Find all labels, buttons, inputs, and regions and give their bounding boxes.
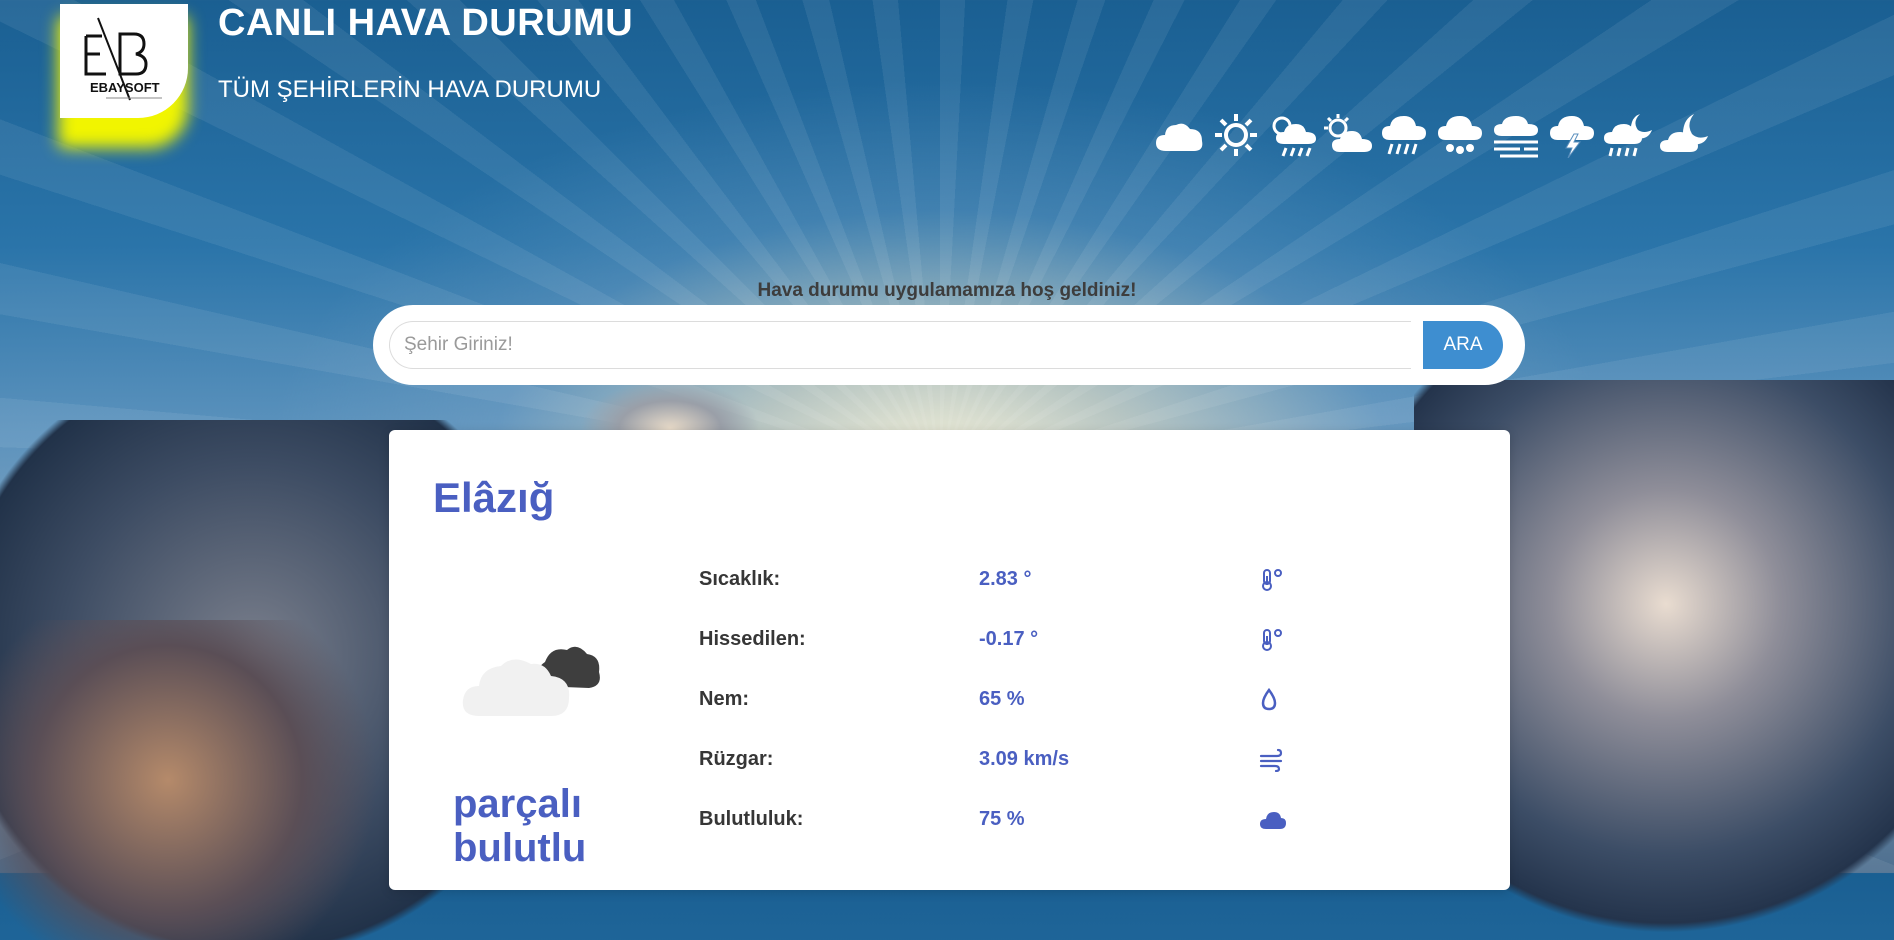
- detail-value: 75 %: [979, 808, 1025, 830]
- fog-icon: [1490, 112, 1542, 158]
- detail-row-cloudiness: Bulutluluk: 75 %: [699, 808, 1459, 838]
- detail-label: Bulutluluk:: [699, 808, 804, 830]
- broken-clouds-icon: [461, 626, 601, 727]
- droplet-icon: [1259, 686, 1291, 714]
- weather-description: parçalı bulutlu: [453, 782, 587, 870]
- detail-row-feels-like: Hissedilen: -0.17 °: [699, 628, 1459, 658]
- wind-icon: [1259, 746, 1291, 774]
- search-bar: ARA: [373, 305, 1525, 385]
- detail-row-temperature: Sıcaklık: 2.83 °: [699, 568, 1459, 598]
- logo-text: EBAYSOFT: [90, 80, 160, 95]
- detail-label: Sıcaklık:: [699, 568, 781, 590]
- ebaysoft-logo-icon: EBAYSOFT: [84, 17, 162, 101]
- detail-label: Nem:: [699, 688, 750, 710]
- sun-icon: [1210, 112, 1262, 158]
- rain-icon: [1378, 112, 1430, 158]
- weather-card: Elâzığ parçalı bulutlu Sıcaklık: 2.83 ° …: [389, 430, 1510, 890]
- sun-cloud-rain-icon: [1266, 112, 1318, 158]
- detail-row-wind: Rüzgar: 3.09 km/s: [699, 748, 1459, 778]
- night-rain-icon: [1602, 112, 1654, 158]
- hail-icon: [1434, 112, 1486, 158]
- detail-value: -0.17 °: [979, 628, 1039, 650]
- night-cloud-icon: [1658, 112, 1710, 158]
- thermometer-icon: [1259, 566, 1291, 594]
- city-search-input[interactable]: [389, 321, 1411, 369]
- detail-value: 2.83 °: [979, 568, 1032, 590]
- page-title: CANLI HAVA DURUMU: [218, 2, 634, 44]
- detail-label: Hissedilen:: [699, 628, 806, 650]
- welcome-message: Hava durumu uygulamamıza hoş geldiniz!: [757, 280, 1137, 301]
- cloud-icon: [1154, 112, 1206, 158]
- search-button[interactable]: ARA: [1423, 321, 1503, 369]
- detail-value: 3.09 km/s: [979, 748, 1070, 770]
- weather-icon-row: [1154, 112, 1710, 158]
- sun-cloud-icon: [1322, 112, 1374, 158]
- background-cloud: [0, 620, 420, 940]
- city-name: Elâzığ: [433, 474, 555, 521]
- page-subtitle: TÜM ŞEHİRLERİN HAVA DURUMU: [218, 76, 602, 103]
- detail-value: 65 %: [979, 688, 1025, 710]
- detail-row-humidity: Nem: 65 %: [699, 688, 1459, 718]
- cloud-icon: [1259, 806, 1291, 834]
- detail-label: Rüzgar:: [699, 748, 774, 770]
- thunder-icon: [1546, 112, 1598, 158]
- thermometer-icon: [1259, 626, 1291, 654]
- logo[interactable]: EBAYSOFT: [60, 4, 188, 118]
